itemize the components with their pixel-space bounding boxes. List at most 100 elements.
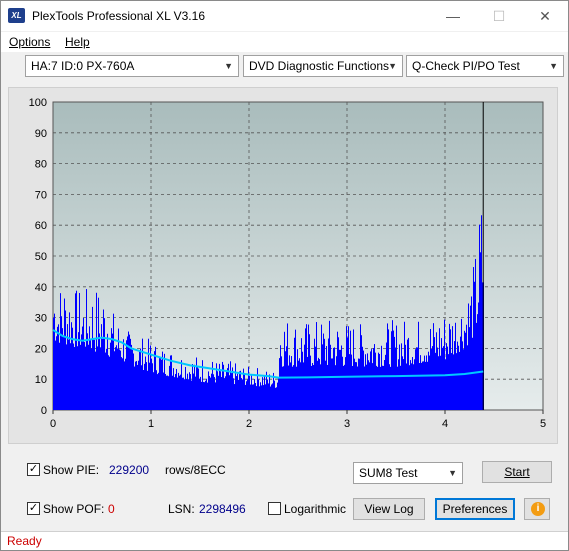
test-select[interactable]: Q-Check PI/PO Test ▼ [406, 55, 564, 77]
logarithmic-label: Logarithmic [284, 502, 347, 516]
pi-bar [411, 363, 412, 410]
pi-bar [407, 339, 408, 410]
pi-bar [255, 382, 256, 410]
x-tick-label: 2 [246, 418, 252, 430]
pi-bar [181, 360, 182, 410]
y-tick-label: 10 [35, 374, 47, 386]
menu-help-label: Help [65, 35, 90, 49]
pi-bar [208, 371, 209, 410]
pi-bar [242, 379, 243, 410]
start-button-label: Start [504, 465, 530, 479]
pi-bar [256, 386, 257, 410]
pi-bar [343, 365, 344, 410]
pi-bar [336, 356, 337, 410]
pi-bar [402, 356, 403, 410]
lsn-label: LSN: [168, 502, 195, 516]
pi-bar [104, 318, 105, 410]
chevron-down-icon: ▼ [549, 61, 558, 71]
pi-bar [260, 382, 261, 410]
pi-bar [76, 290, 77, 410]
x-tick-label: 3 [344, 418, 350, 430]
pi-bar [183, 377, 184, 410]
info-button[interactable]: i [524, 498, 550, 520]
pi-bar [469, 327, 470, 410]
function-select[interactable]: DVD Diagnostic Functions ▼ [243, 55, 403, 77]
pi-bar [138, 360, 139, 410]
pi-bar [269, 374, 270, 410]
pi-bar [328, 338, 329, 410]
preferences-label: Preferences [442, 502, 508, 516]
sum-test-select[interactable]: SUM8 Test ▼ [353, 462, 463, 484]
pi-bar [457, 341, 458, 410]
pi-bar [325, 360, 326, 410]
pi-bar [173, 368, 174, 410]
pi-bar [376, 365, 377, 410]
pi-bar [296, 366, 297, 410]
logarithmic-checkbox[interactable] [268, 502, 281, 515]
pi-bar [467, 345, 468, 410]
pi-bar [200, 376, 201, 410]
pi-bar [180, 374, 181, 410]
pi-bar [385, 354, 386, 410]
chart-panel: 0 10 20 30 40 50 60 70 80 90 100 0 1 2 3 4 5 [8, 87, 558, 444]
pi-bar [140, 348, 141, 410]
pi-bar [68, 339, 69, 410]
pi-bar [251, 375, 252, 410]
start-button[interactable]: Start [482, 461, 552, 483]
pi-bar [329, 320, 330, 410]
pi-bar [364, 366, 365, 410]
show-pie-checkbox[interactable]: ✓ [27, 463, 40, 476]
lsn-value: 2298496 [199, 502, 246, 516]
pi-bar [270, 386, 271, 410]
pi-bar [157, 374, 158, 410]
pi-bar [246, 381, 247, 410]
pi-bar [306, 324, 307, 410]
pi-bar [404, 321, 405, 410]
minimize-button[interactable]: — [430, 1, 476, 31]
menu-options[interactable]: Options [9, 35, 50, 49]
pi-bar [218, 375, 219, 410]
maximize-button[interactable]: ☐ [476, 1, 522, 31]
pi-bar [348, 326, 349, 410]
pi-bar [172, 375, 173, 410]
pi-bar [171, 355, 172, 410]
pi-bar [145, 356, 146, 410]
drive-select[interactable]: HA:7 ID:0 PX-760A ▼ [25, 55, 239, 77]
pi-bar [321, 324, 322, 410]
pi-bar [203, 381, 204, 410]
pi-bar [105, 352, 106, 410]
pi-bar [207, 382, 208, 410]
menu-options-label: Options [9, 35, 51, 49]
pi-bar [98, 297, 99, 410]
pi-bar [308, 324, 309, 410]
pi-bar [211, 373, 212, 410]
view-log-button[interactable]: View Log [353, 498, 425, 520]
menu-help[interactable]: Help [65, 35, 90, 49]
pi-bar [238, 379, 239, 410]
pi-bar [476, 322, 477, 410]
pi-bar [361, 335, 362, 410]
show-pof-checkbox[interactable]: ✓ [27, 502, 40, 515]
pi-bar [190, 374, 191, 410]
pi-bar [318, 357, 319, 410]
pi-bar [319, 359, 320, 410]
pi-bar [305, 328, 306, 410]
pi-bar [479, 224, 480, 410]
chevron-down-icon: ▼ [224, 61, 233, 71]
pi-bar [478, 302, 479, 410]
pi-bar [151, 358, 152, 410]
pi-bar [214, 377, 215, 410]
pi-bar [392, 320, 393, 410]
pi-bar [320, 364, 321, 410]
pi-bar [362, 346, 363, 410]
pi-bar [389, 364, 390, 410]
close-button[interactable]: ✕ [522, 1, 568, 31]
pi-bar [165, 373, 166, 410]
pi-bar [139, 350, 140, 410]
pi-bar [276, 387, 277, 410]
pi-bar [132, 349, 133, 410]
pi-bar [292, 366, 293, 410]
pi-bar [94, 339, 95, 410]
pi-bar [468, 303, 469, 410]
preferences-button[interactable]: Preferences [435, 498, 515, 520]
